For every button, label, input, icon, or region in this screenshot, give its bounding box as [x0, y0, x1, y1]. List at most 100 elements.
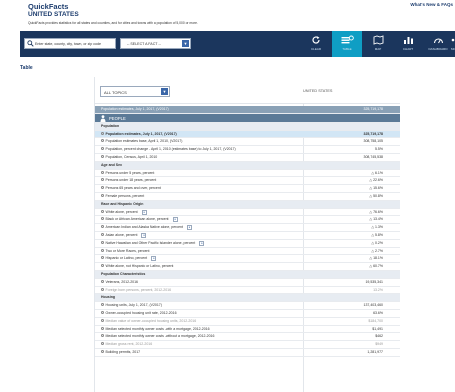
- info-dot-icon[interactable]: [101, 256, 104, 260]
- table-row[interactable]: Building permits, 2017 1,281,977: [95, 349, 400, 357]
- table-row[interactable]: Population, percent change - April 1, 20…: [95, 146, 400, 154]
- more-button[interactable]: MORE: [451, 31, 455, 57]
- table-row[interactable]: Persons under 5 years, percent △6.1%: [95, 170, 400, 178]
- info-dot-icon[interactable]: [101, 287, 104, 291]
- info-dot-icon[interactable]: [101, 326, 104, 330]
- info-dot-icon[interactable]: [101, 240, 104, 244]
- column-header-united-states[interactable]: UNITED STATES: [303, 89, 332, 93]
- footnote-flag-icon[interactable]: a: [199, 240, 205, 246]
- topics-dropdown[interactable]: ALL TOPICS ▼: [100, 86, 170, 97]
- delta-icon[interactable]: △: [371, 241, 374, 245]
- section-title: Table: [20, 65, 33, 71]
- clear-icon: [312, 36, 320, 44]
- table-row[interactable]: Median selected monthly owner costs -wit…: [95, 326, 400, 334]
- table-row[interactable]: Hispanic or Latino, percent a △18.1%: [95, 255, 400, 264]
- info-dot-icon[interactable]: [101, 147, 104, 151]
- delta-icon[interactable]: △: [369, 210, 372, 214]
- delta-icon[interactable]: △: [371, 233, 374, 237]
- person-icon: [100, 114, 106, 122]
- toolbar: -- SELECT A FACT -- ▼ CLEAR TABLE MAP CH…: [20, 31, 455, 57]
- table-row[interactable]: Median value of owner-occupied housing u…: [95, 318, 400, 326]
- table-row[interactable]: Population estimates, July 1, 2017, (V20…: [95, 130, 400, 139]
- row-label: Median selected monthly owner costs -wit…: [105, 326, 210, 331]
- table-row[interactable]: Asian alone, percent a △5.8%: [95, 232, 400, 240]
- table-row[interactable]: Population, Census, April 1, 2010 308,745…: [95, 154, 400, 162]
- search-box[interactable]: [24, 38, 116, 49]
- map-button[interactable]: MAP: [363, 31, 393, 57]
- table-row[interactable]: Foreign born persons, percent, 2012-2016…: [95, 287, 400, 295]
- row-label: Female persons, percent: [105, 193, 145, 198]
- delta-icon[interactable]: △: [369, 217, 372, 221]
- table-row[interactable]: Housing units, July 1, 2017, (V2017) 137,…: [95, 302, 400, 310]
- app-title[interactable]: QuickFacts: [28, 2, 68, 11]
- info-dot-icon[interactable]: [101, 279, 104, 283]
- table-label: TABLE: [342, 47, 352, 51]
- bar-chart-icon: [403, 37, 413, 44]
- delta-icon[interactable]: △: [369, 264, 372, 268]
- info-dot-icon[interactable]: [101, 310, 104, 314]
- row-label: Veterans, 2012-2016: [105, 279, 139, 284]
- delta-icon[interactable]: △: [369, 256, 372, 260]
- info-dot-icon[interactable]: [101, 209, 104, 213]
- info-dot-icon[interactable]: [101, 170, 104, 174]
- table-row[interactable]: Female persons, percent △50.8%: [95, 193, 400, 201]
- info-dot-icon[interactable]: [101, 334, 104, 338]
- info-dot-icon[interactable]: [101, 342, 104, 346]
- footnote-flag-icon[interactable]: a: [172, 217, 178, 223]
- table-row[interactable]: American Indian and Alaska Native alone,…: [95, 224, 400, 232]
- category-header-row: Race and Hispanic Origin: [95, 200, 400, 209]
- people-topic-bar[interactable]: PEOPLE: [95, 113, 400, 123]
- footnote-flag-icon[interactable]: a: [141, 232, 147, 238]
- row-value: 18.1%: [373, 256, 383, 261]
- table-header-row: ALL TOPICS ▼ UNITED STATES: [95, 77, 400, 104]
- info-dot-icon[interactable]: [101, 264, 104, 268]
- table-row[interactable]: Two or More Races, percent △2.7%: [95, 248, 400, 256]
- info-dot-icon[interactable]: [101, 232, 104, 236]
- delta-icon[interactable]: △: [371, 225, 374, 229]
- info-dot-icon[interactable]: [101, 248, 104, 252]
- table-row[interactable]: Median gross rent, 2012-2016 $949: [95, 341, 400, 349]
- search-input[interactable]: [35, 40, 115, 48]
- footnote-flag-icon[interactable]: a: [151, 256, 157, 262]
- info-dot-icon[interactable]: [101, 139, 104, 143]
- row-label: Owner-occupied housing unit rate, 2012-2…: [105, 310, 177, 315]
- delta-icon[interactable]: △: [371, 249, 374, 253]
- chart-button[interactable]: CHART: [393, 31, 423, 57]
- delta-icon[interactable]: △: [371, 171, 374, 175]
- geo-summary-row[interactable]: Population estimates, July 1, 2017, (V20…: [95, 106, 400, 114]
- info-dot-icon[interactable]: [101, 349, 104, 353]
- table-row[interactable]: Veterans, 2012-2016 19,535,341: [95, 279, 400, 287]
- info-dot-icon[interactable]: [101, 186, 104, 190]
- table-row[interactable]: Owner-occupied housing unit rate, 2012-2…: [95, 310, 400, 318]
- info-dot-icon[interactable]: [101, 318, 104, 322]
- footnote-flag-icon[interactable]: a: [141, 209, 147, 215]
- dashboard-button[interactable]: DASHBOARD: [423, 31, 453, 57]
- info-dot-icon[interactable]: [101, 303, 104, 307]
- row-value: 22.6%: [373, 178, 383, 183]
- info-dot-icon[interactable]: [101, 217, 104, 221]
- table-row[interactable]: Median selected monthly owner costs -wit…: [95, 333, 400, 342]
- info-dot-icon[interactable]: [101, 193, 104, 197]
- table-button[interactable]: TABLE: [332, 31, 362, 57]
- info-dot-icon[interactable]: [101, 131, 104, 135]
- table-row[interactable]: White alone, percent a △76.6%: [95, 209, 400, 217]
- table-row[interactable]: White alone, not Hispanic or Latino, per…: [95, 263, 400, 271]
- delta-icon[interactable]: △: [369, 194, 372, 198]
- info-dot-icon[interactable]: [101, 225, 104, 229]
- delta-icon[interactable]: △: [369, 186, 372, 190]
- table-row[interactable]: Black or African American alone, percent…: [95, 216, 400, 225]
- clear-button[interactable]: CLEAR: [301, 31, 331, 57]
- delta-icon[interactable]: △: [369, 178, 372, 182]
- select-fact-dropdown[interactable]: -- SELECT A FACT -- ▼: [120, 38, 191, 49]
- table-row[interactable]: Population estimates base, April 1, 2010…: [95, 138, 400, 147]
- whats-new-link[interactable]: What's New & FAQs: [410, 2, 453, 7]
- info-dot-icon[interactable]: [101, 178, 104, 182]
- table-row[interactable]: Persons 65 years and over, percent △15.6%: [95, 185, 400, 193]
- row-value: 15.6%: [373, 186, 383, 191]
- info-dot-icon[interactable]: [101, 154, 104, 158]
- footnote-flag-icon[interactable]: a: [186, 225, 192, 231]
- topics-dropdown-label: ALL TOPICS: [104, 90, 127, 95]
- gauge-icon: [433, 38, 443, 44]
- table-row[interactable]: Persons under 18 years, percent △22.6%: [95, 177, 400, 186]
- table-row[interactable]: Native Hawaiian and Other Pacific Island…: [95, 240, 400, 248]
